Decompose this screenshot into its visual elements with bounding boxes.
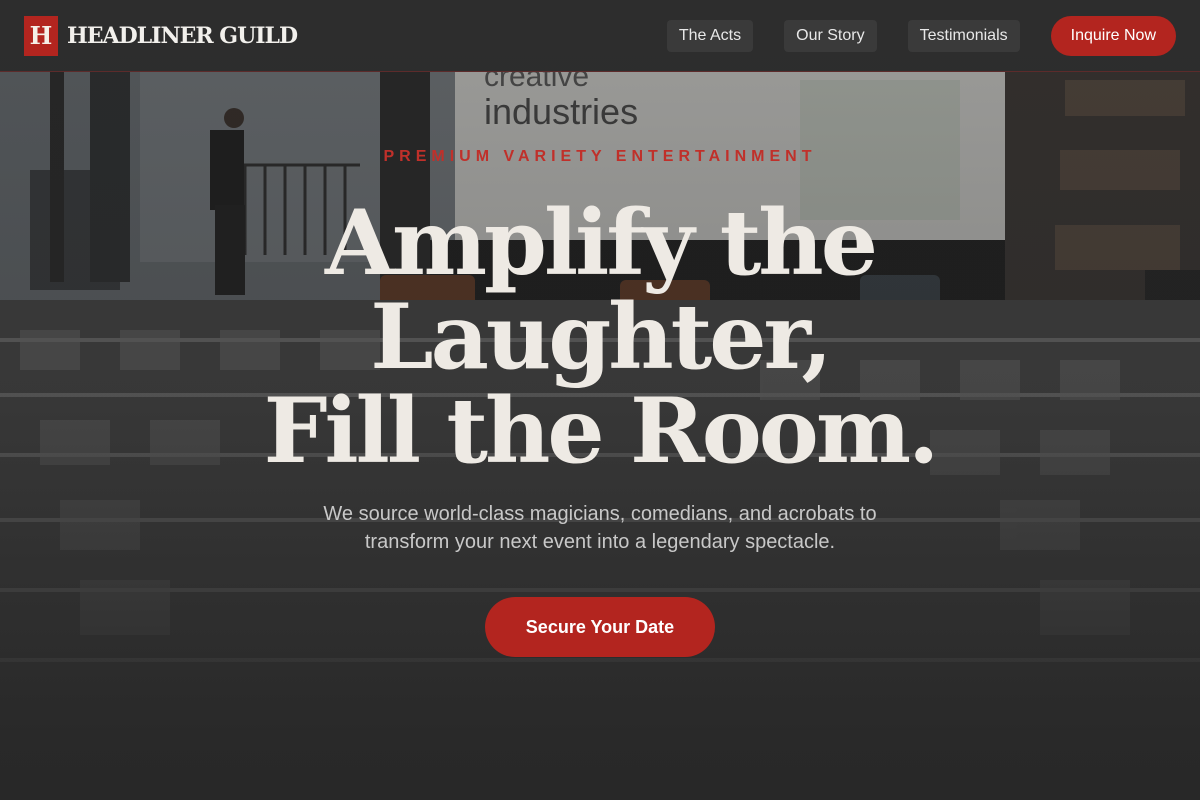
- headline-line-1: Amplify the: [325, 190, 878, 296]
- brand-mark-icon: H: [24, 15, 58, 56]
- subhead-line-1: We source world-class magicians, comedia…: [323, 503, 877, 525]
- hero-subhead: We source world-class magicians, comedia…: [0, 500, 1200, 556]
- nav-link-our-story[interactable]: Our Story: [784, 19, 877, 52]
- nav-link-the-acts[interactable]: The Acts: [666, 19, 754, 52]
- headline-line-3: Fill the Room.: [263, 378, 940, 484]
- nav-link-testimonials[interactable]: Testimonials: [907, 19, 1020, 52]
- main-nav: The Acts Our Story Testimonials Inquire …: [666, 15, 1176, 56]
- inquire-now-button[interactable]: Inquire Now: [1050, 15, 1176, 56]
- headline-line-2: Laughter,: [370, 284, 832, 390]
- hero-headline: Amplify the Laughter, Fill the Room.: [0, 196, 1200, 478]
- site-header: H HEADLINER GUILD The Acts Our Story Tes…: [0, 0, 1200, 72]
- hero-section: PREMIUM VARIETY ENTERTAINMENT Amplify th…: [0, 148, 1200, 657]
- subhead-line-2: transform your next event into a legenda…: [364, 531, 836, 553]
- hero-eyebrow: PREMIUM VARIETY ENTERTAINMENT: [383, 148, 817, 165]
- secure-your-date-button[interactable]: Secure Your Date: [485, 597, 715, 657]
- brand-name: HEADLINER GUILD: [67, 22, 298, 49]
- brand-logo[interactable]: H HEADLINER GUILD: [24, 15, 298, 56]
